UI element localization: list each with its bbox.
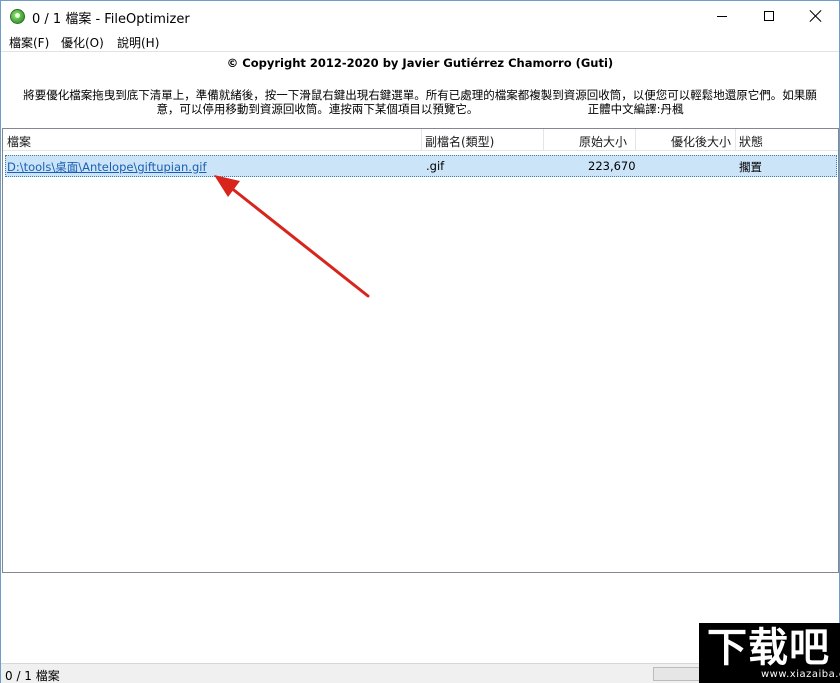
close-button[interactable] (793, 1, 839, 31)
column-divider[interactable] (635, 129, 636, 151)
fileoptimizer-app-icon[interactable] (10, 9, 25, 24)
minimize-button[interactable] (699, 1, 745, 31)
file-list[interactable]: 檔案 副檔名(類型) 原始大小 優化後大小 狀態 D:\tools\桌面\Ant… (2, 128, 839, 573)
title-bar[interactable]: 0 / 1 檔案 - FileOptimizer (1, 1, 839, 31)
window-title: 0 / 1 檔案 - FileOptimizer (32, 12, 190, 27)
table-row[interactable]: D:\tools\桌面\Antelope\giftupian.gif .gif … (5, 155, 837, 177)
maximize-button[interactable] (746, 1, 792, 31)
menu-bar: 檔案(F) 優化(O) 說明(H) (1, 31, 839, 51)
info-panel: © Copyright 2012-2020 by Javier Gutiérre… (1, 51, 839, 128)
column-divider[interactable] (543, 129, 544, 151)
red-arrow-annotation-icon (214, 175, 370, 298)
instructions-line-1: 將要優化檔案拖曳到底下清單上，準備就緒後，按一下滑鼠右鍵出現右鍵選單。所有已處理… (23, 88, 817, 102)
watermark-logo: 下载吧 www.xiazaiba.com (699, 623, 840, 683)
list-header: 檔案 副檔名(類型) 原始大小 優化後大小 狀態 (3, 129, 838, 151)
column-header-optimized-size[interactable]: 優化後大小 (671, 133, 731, 150)
menu-file[interactable]: 檔案(F) (9, 34, 49, 51)
maximize-icon (764, 11, 774, 21)
status-text: 0 / 1 檔案 (5, 669, 60, 683)
column-divider[interactable] (421, 129, 422, 151)
row-extension: .gif (426, 159, 445, 173)
instructions-text: 將要優化檔案拖曳到底下清單上，準備就緒後，按一下滑鼠右鍵出現右鍵選單。所有已處理… (5, 88, 835, 116)
close-icon (810, 10, 822, 22)
row-file-path[interactable]: D:\tools\桌面\Antelope\giftupian.gif (7, 159, 207, 175)
column-header-file[interactable]: 檔案 (7, 133, 31, 150)
app-window: 0 / 1 檔案 - FileOptimizer 檔案(F) 優化(O) 說明(… (0, 0, 840, 683)
instructions-line-2: 意，可以停用移動到資源回收筒。連按兩下某個項目以預覽它。 正體中文編譯:丹楓 (156, 102, 684, 116)
column-header-original-size[interactable]: 原始大小 (579, 133, 627, 150)
watermark-main-text: 下载吧 (707, 625, 830, 671)
copyright-text: © Copyright 2012-2020 by Javier Gutiérre… (226, 56, 614, 70)
column-header-extension[interactable]: 副檔名(類型) (425, 133, 494, 150)
menu-optimize[interactable]: 優化(O) (61, 34, 104, 51)
row-status: 擱置 (739, 160, 762, 174)
column-divider[interactable] (735, 129, 736, 151)
watermark-url-text: www.xiazaiba.com (761, 669, 840, 680)
menu-help[interactable]: 說明(H) (117, 34, 159, 51)
row-original-size: 223,670 (588, 159, 636, 173)
column-header-status[interactable]: 狀態 (739, 133, 763, 150)
minimize-icon (717, 15, 727, 17)
